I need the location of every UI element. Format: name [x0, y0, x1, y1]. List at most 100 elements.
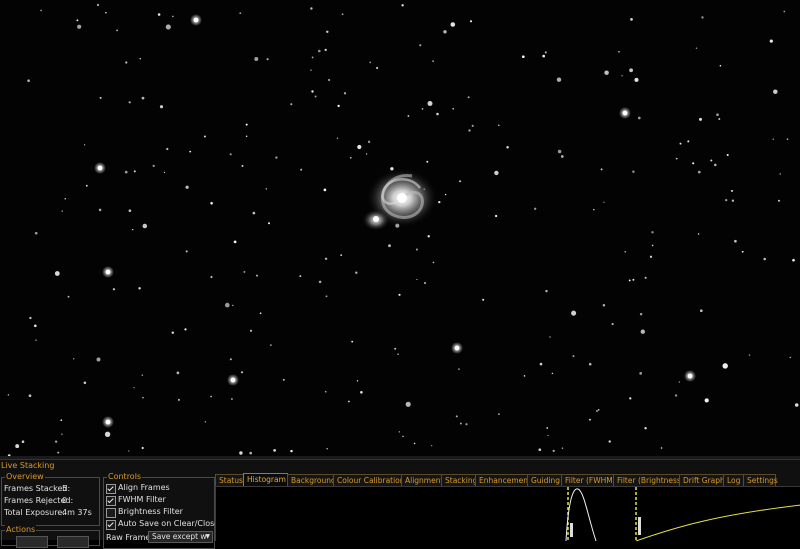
star [495, 214, 498, 218]
star [547, 434, 549, 437]
star [348, 400, 350, 403]
star [326, 448, 328, 450]
star [546, 427, 549, 429]
star [593, 208, 595, 211]
star [398, 431, 400, 433]
frames-stacked-value: 5 [62, 484, 68, 493]
star [7, 394, 10, 396]
star [324, 390, 327, 393]
star [141, 374, 144, 376]
star [588, 362, 592, 366]
tab-status[interactable]: Status [215, 474, 244, 486]
tab-log[interactable]: Log [723, 474, 744, 486]
overview-group: Overview Frames Stacked: 5 Frames Reject… [1, 472, 100, 526]
star [318, 280, 322, 284]
star [233, 240, 237, 244]
action-button-2[interactable] [57, 536, 89, 548]
star [695, 47, 698, 49]
star [634, 77, 639, 82]
star [629, 68, 634, 73]
star [310, 7, 313, 10]
star [561, 447, 564, 449]
bright-star-core [97, 165, 103, 171]
controls-group: Controls Align Frames FWHM Filter Bright… [103, 472, 219, 549]
tab-settings[interactable]: Settings [743, 474, 778, 486]
star [105, 11, 107, 14]
star [697, 233, 700, 235]
star [637, 116, 641, 120]
star [142, 223, 148, 229]
star [64, 198, 66, 200]
star [741, 250, 744, 253]
star [629, 397, 632, 400]
star [249, 451, 253, 455]
tab-colour-calibration[interactable]: Colour Calibration [333, 474, 405, 486]
star [413, 442, 416, 445]
star [402, 435, 404, 438]
star [300, 168, 303, 171]
star [252, 211, 256, 215]
star [132, 228, 134, 231]
star [73, 358, 75, 360]
star [421, 108, 424, 110]
star [54, 271, 60, 276]
star [628, 279, 631, 282]
tab-filter-fwhm[interactable]: Filter (FWHM) [561, 474, 616, 486]
star [239, 12, 242, 15]
auto-save-checkbox[interactable] [106, 520, 116, 530]
star [133, 387, 135, 389]
star [773, 89, 778, 94]
star [133, 170, 136, 173]
align-frames-checkbox[interactable] [106, 484, 116, 494]
star [552, 449, 555, 453]
tab-filter-brightness[interactable]: Filter (Brightness) [613, 474, 684, 486]
controls-title: Controls [107, 472, 143, 482]
star [171, 331, 175, 334]
star [734, 239, 737, 243]
star [99, 96, 102, 99]
star [314, 95, 317, 98]
star [343, 92, 347, 95]
star [415, 248, 418, 251]
star [232, 304, 234, 307]
tab-drift-graph[interactable]: Drift Graph [679, 474, 725, 486]
star [340, 254, 343, 257]
star [265, 188, 267, 190]
stacked-image-view[interactable] [0, 0, 800, 456]
star [210, 201, 213, 205]
actions-group: Actions [1, 525, 100, 548]
star [699, 117, 702, 121]
action-button-1[interactable] [16, 536, 48, 548]
bright-star-core [193, 17, 199, 23]
star [710, 159, 713, 162]
star [240, 371, 244, 374]
bright-star-core [454, 345, 460, 351]
tab-stacking[interactable]: Stacking [441, 474, 477, 486]
tab-alignment[interactable]: Alignment [401, 474, 443, 486]
live-stacking-panel: Live Stacking Overview Frames Stacked: 5… [0, 459, 800, 549]
brightness-filter-checkbox[interactable] [106, 508, 116, 518]
star [624, 251, 626, 253]
raw-frames-select[interactable]: Save except w ▼ [148, 531, 213, 543]
star [444, 193, 447, 196]
star [35, 339, 37, 341]
tab-enhancement[interactable]: Enhancement [475, 474, 531, 486]
star [468, 129, 471, 132]
star [388, 244, 391, 248]
star [77, 24, 82, 29]
total-exposure-label: Total Exposure: [4, 508, 65, 517]
star [777, 199, 781, 202]
star [355, 271, 358, 274]
fwhm-filter-checkbox[interactable] [106, 496, 116, 506]
star [98, 208, 102, 212]
star [534, 207, 537, 210]
star [697, 170, 701, 174]
tab-background[interactable]: Background [287, 474, 336, 486]
black-point-label [570, 523, 573, 537]
star [157, 13, 161, 16]
tab-guiding[interactable]: Guiding [527, 474, 562, 486]
star [172, 15, 174, 18]
star [602, 304, 606, 307]
tab-histogram[interactable]: Histogram [243, 473, 288, 487]
star [545, 289, 548, 293]
